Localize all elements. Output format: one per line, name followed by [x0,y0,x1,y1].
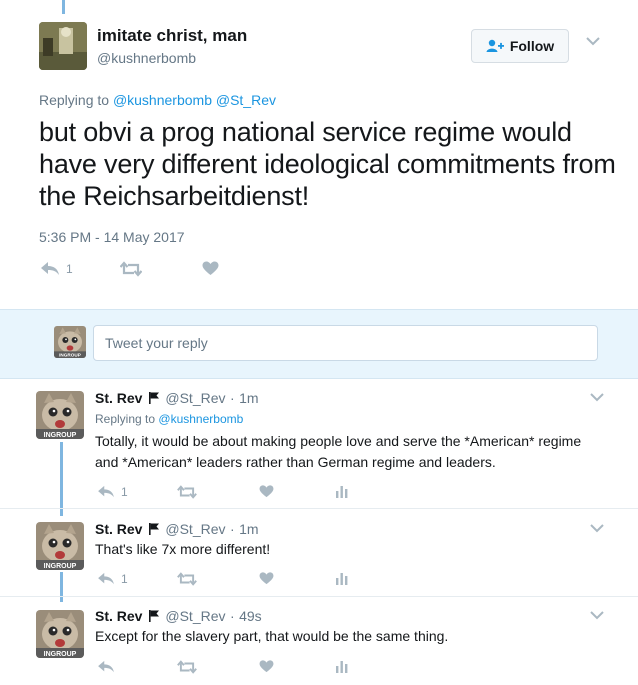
reply-icon [97,660,115,674]
reply-count: 1 [121,485,128,499]
add-user-icon [486,39,504,53]
chevron-down-icon[interactable] [586,37,600,46]
author-handle[interactable]: @kushnerbomb [97,50,196,66]
replying-prefix: Replying to [95,412,156,426]
flag-icon [148,609,159,627]
retweet-icon [177,572,197,586]
like-action[interactable] [259,572,274,585]
reply-author-name[interactable]: St. Rev [95,390,142,406]
reply-author-name[interactable]: St. Rev [95,521,142,537]
reply-avatar[interactable]: INGROUP [36,522,84,570]
heart-icon [259,485,274,498]
like-action[interactable] [259,660,274,673]
replying-to: Replying to @kushnerbomb @St_Rev [39,92,276,108]
reply-count: 1 [66,262,73,276]
reply-author-handle[interactable]: @St_Rev [165,390,225,406]
reply-header: St. Rev @St_Rev · 1m [95,521,259,540]
reply-count: 1 [121,572,128,586]
heart-icon [259,572,274,585]
reply-author-name[interactable]: St. Rev [95,608,142,624]
follow-button[interactable]: Follow [471,29,569,63]
thread-connector-top [62,0,65,14]
reply-icon [97,572,115,586]
follow-label: Follow [509,38,555,54]
heart-icon [202,261,219,276]
avatar-badge-text: INGROUP [44,651,77,658]
tweet-divider [0,508,638,509]
retweet-icon [177,485,197,499]
replying-to-link[interactable]: @kushnerbomb @St_Rev [113,92,276,108]
replying-to-link[interactable]: @kushnerbomb [158,412,243,426]
meta-separator: · [229,521,235,537]
reply-input[interactable]: Tweet your reply [93,325,598,361]
retweet-action[interactable] [177,485,197,499]
chevron-down-icon[interactable] [590,393,604,402]
flag-icon [148,522,159,540]
reply-action[interactable] [97,660,121,674]
reply-avatar[interactable]: INGROUP [36,391,84,439]
retweet-action[interactable] [177,660,197,674]
meta-separator: · [229,390,235,406]
tweet-text: but obvi a prog national service regime … [39,117,616,211]
avatar-badge-text: INGROUP [44,432,77,439]
thread-connector [60,572,63,602]
reply-text: Totally, it would be about making people… [95,433,582,470]
meta-separator: · [229,608,235,624]
reply-avatar[interactable]: INGROUP [36,610,84,658]
replying-prefix: Replying to [39,92,110,108]
retweet-action[interactable] [177,572,197,586]
reply-header: St. Rev @St_Rev · 1m [95,390,259,409]
reply-text: Except for the slavery part, that would … [95,628,449,644]
reply-time[interactable]: 1m [239,521,258,537]
analytics-icon [336,661,348,673]
analytics-action[interactable] [336,486,348,498]
thread-connector [60,442,63,516]
tweet-timestamp[interactable]: 5:36 PM - 14 May 2017 [39,229,185,245]
like-action[interactable] [202,261,219,276]
reply-text: That's like 7x more different! [95,541,271,557]
reply-author-handle[interactable]: @St_Rev [165,521,225,537]
analytics-action[interactable] [336,573,348,585]
heart-icon [259,660,274,673]
retweet-icon [177,660,197,674]
reply-action[interactable]: 1 [40,261,73,277]
reply-time[interactable]: 49s [239,608,262,624]
analytics-action[interactable] [336,661,348,673]
reply-action[interactable]: 1 [97,485,128,499]
retweet-icon [120,261,142,277]
analytics-icon [336,573,348,585]
flag-icon [148,391,159,409]
chevron-down-icon[interactable] [590,524,604,533]
retweet-action[interactable] [120,261,142,277]
reply-replying-to: Replying to @kushnerbomb [95,412,243,426]
reply-icon [40,261,60,277]
reply-icon [97,485,115,499]
reply-action[interactable]: 1 [97,572,128,586]
reply-author-handle[interactable]: @St_Rev [165,608,225,624]
reply-header: St. Rev @St_Rev · 49s [95,608,262,627]
avatar-badge-text: INGROUP [59,353,81,358]
chevron-down-icon[interactable] [590,611,604,620]
like-action[interactable] [259,485,274,498]
analytics-icon [336,486,348,498]
author-name[interactable]: imitate christ, man [97,26,247,46]
tweet-divider [0,596,638,597]
avatar-badge-text: INGROUP [44,563,77,570]
viewer-avatar: INGROUP [54,326,86,358]
author-avatar[interactable] [39,22,87,70]
reply-time[interactable]: 1m [239,390,258,406]
